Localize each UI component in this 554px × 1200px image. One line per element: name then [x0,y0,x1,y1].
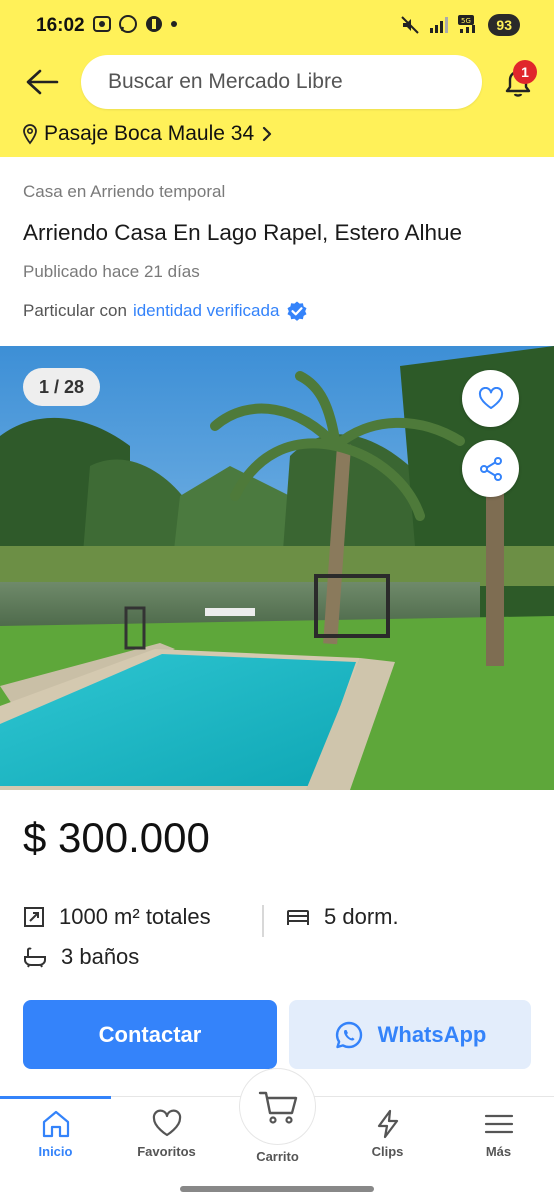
lightning-icon [377,1109,398,1139]
published-date: Publicado hace 21 días [23,262,200,281]
tab-mas[interactable]: Más [443,1108,554,1159]
area-icon [24,907,44,927]
tab-label: Más [485,1144,512,1159]
whatsapp-label: WhatsApp [377,1021,487,1047]
home-icon [42,1110,69,1138]
tab-label: Inicio [38,1144,73,1159]
status-notification-icons [92,14,178,34]
menu-icon [484,1114,513,1134]
cart-icon [258,1091,297,1124]
status-system-icons: 5G 93 [400,14,520,36]
location-pin-icon [23,124,37,145]
tab-label: Favoritos [137,1144,196,1159]
tab-carrito[interactable] [240,1069,315,1144]
status-time: 16:02 [36,15,85,36]
notification-badge: 1 [513,60,537,84]
area-feature: 1000 m² totales [23,904,211,930]
bedrooms-text: 5 dorm. [324,904,399,929]
mute-icon [401,16,420,34]
verified-identity-link[interactable]: identidad verificada [133,301,279,321]
listing-category: Casa en Arriendo temporal [23,182,226,201]
verified-badge-icon [287,301,307,321]
bathtub-icon [24,947,46,968]
bathrooms-text: 3 baños [61,944,140,969]
favorite-button[interactable] [462,370,519,427]
back-button[interactable] [22,62,62,102]
whatsapp-icon [335,1021,362,1048]
seller-type: Particular con [23,301,127,320]
tab-label: Clips [371,1144,404,1159]
contact-label: Contactar [98,1021,202,1047]
whatsapp-status-icon [119,15,137,33]
area-text: 1000 m² totales [59,904,211,929]
listing-price: $ 300.000 [23,814,210,861]
tab-favoritos[interactable]: Favoritos [111,1108,222,1159]
search-input[interactable]: Buscar en Mercado Libre [81,55,482,109]
home-indicator[interactable] [180,1186,374,1192]
whatsapp-button[interactable]: WhatsApp [289,1000,531,1069]
signal-5g-icon: 5G [458,15,476,33]
heart-icon [152,1109,181,1137]
bed-icon [287,910,309,925]
battery-indicator: 93 [488,14,520,36]
search-row: Buscar en Mercado Libre [0,54,554,110]
bathrooms-feature: 3 baños [23,944,139,970]
location-text: Pasaje Boca Maule 34 [44,122,255,145]
tab-label: Carrito [256,1149,299,1164]
app-status-icon [146,16,162,32]
search-placeholder: Buscar en Mercado Libre [108,70,343,93]
tab-inicio[interactable]: Inicio [0,1108,111,1159]
feature-divider [262,905,264,937]
heart-icon [478,386,503,409]
active-tab-indicator [0,1096,111,1099]
signal-icon [430,17,449,33]
listing-title: Arriendo Casa En Lago Rapel, Estero Alhu… [23,220,463,245]
location-selector[interactable]: Pasaje Boca Maule 34 [22,122,274,146]
arrow-left-icon [26,69,59,95]
contact-button[interactable]: Contactar [23,1000,277,1069]
tab-clips[interactable]: Clips [332,1108,443,1159]
photo-counter: 1 / 28 [23,368,100,406]
bedrooms-feature: 5 dorm. [286,904,399,930]
share-icon [479,456,502,481]
status-bar: 16:02 5G 93 [0,0,554,54]
screenshot-icon [93,16,111,32]
chevron-right-icon [263,126,272,142]
share-button[interactable] [462,440,519,497]
more-notifications-dot-icon [171,21,177,27]
svg-text:5G: 5G [461,17,471,25]
seller-info: Particular con identidad verificada [23,299,309,323]
